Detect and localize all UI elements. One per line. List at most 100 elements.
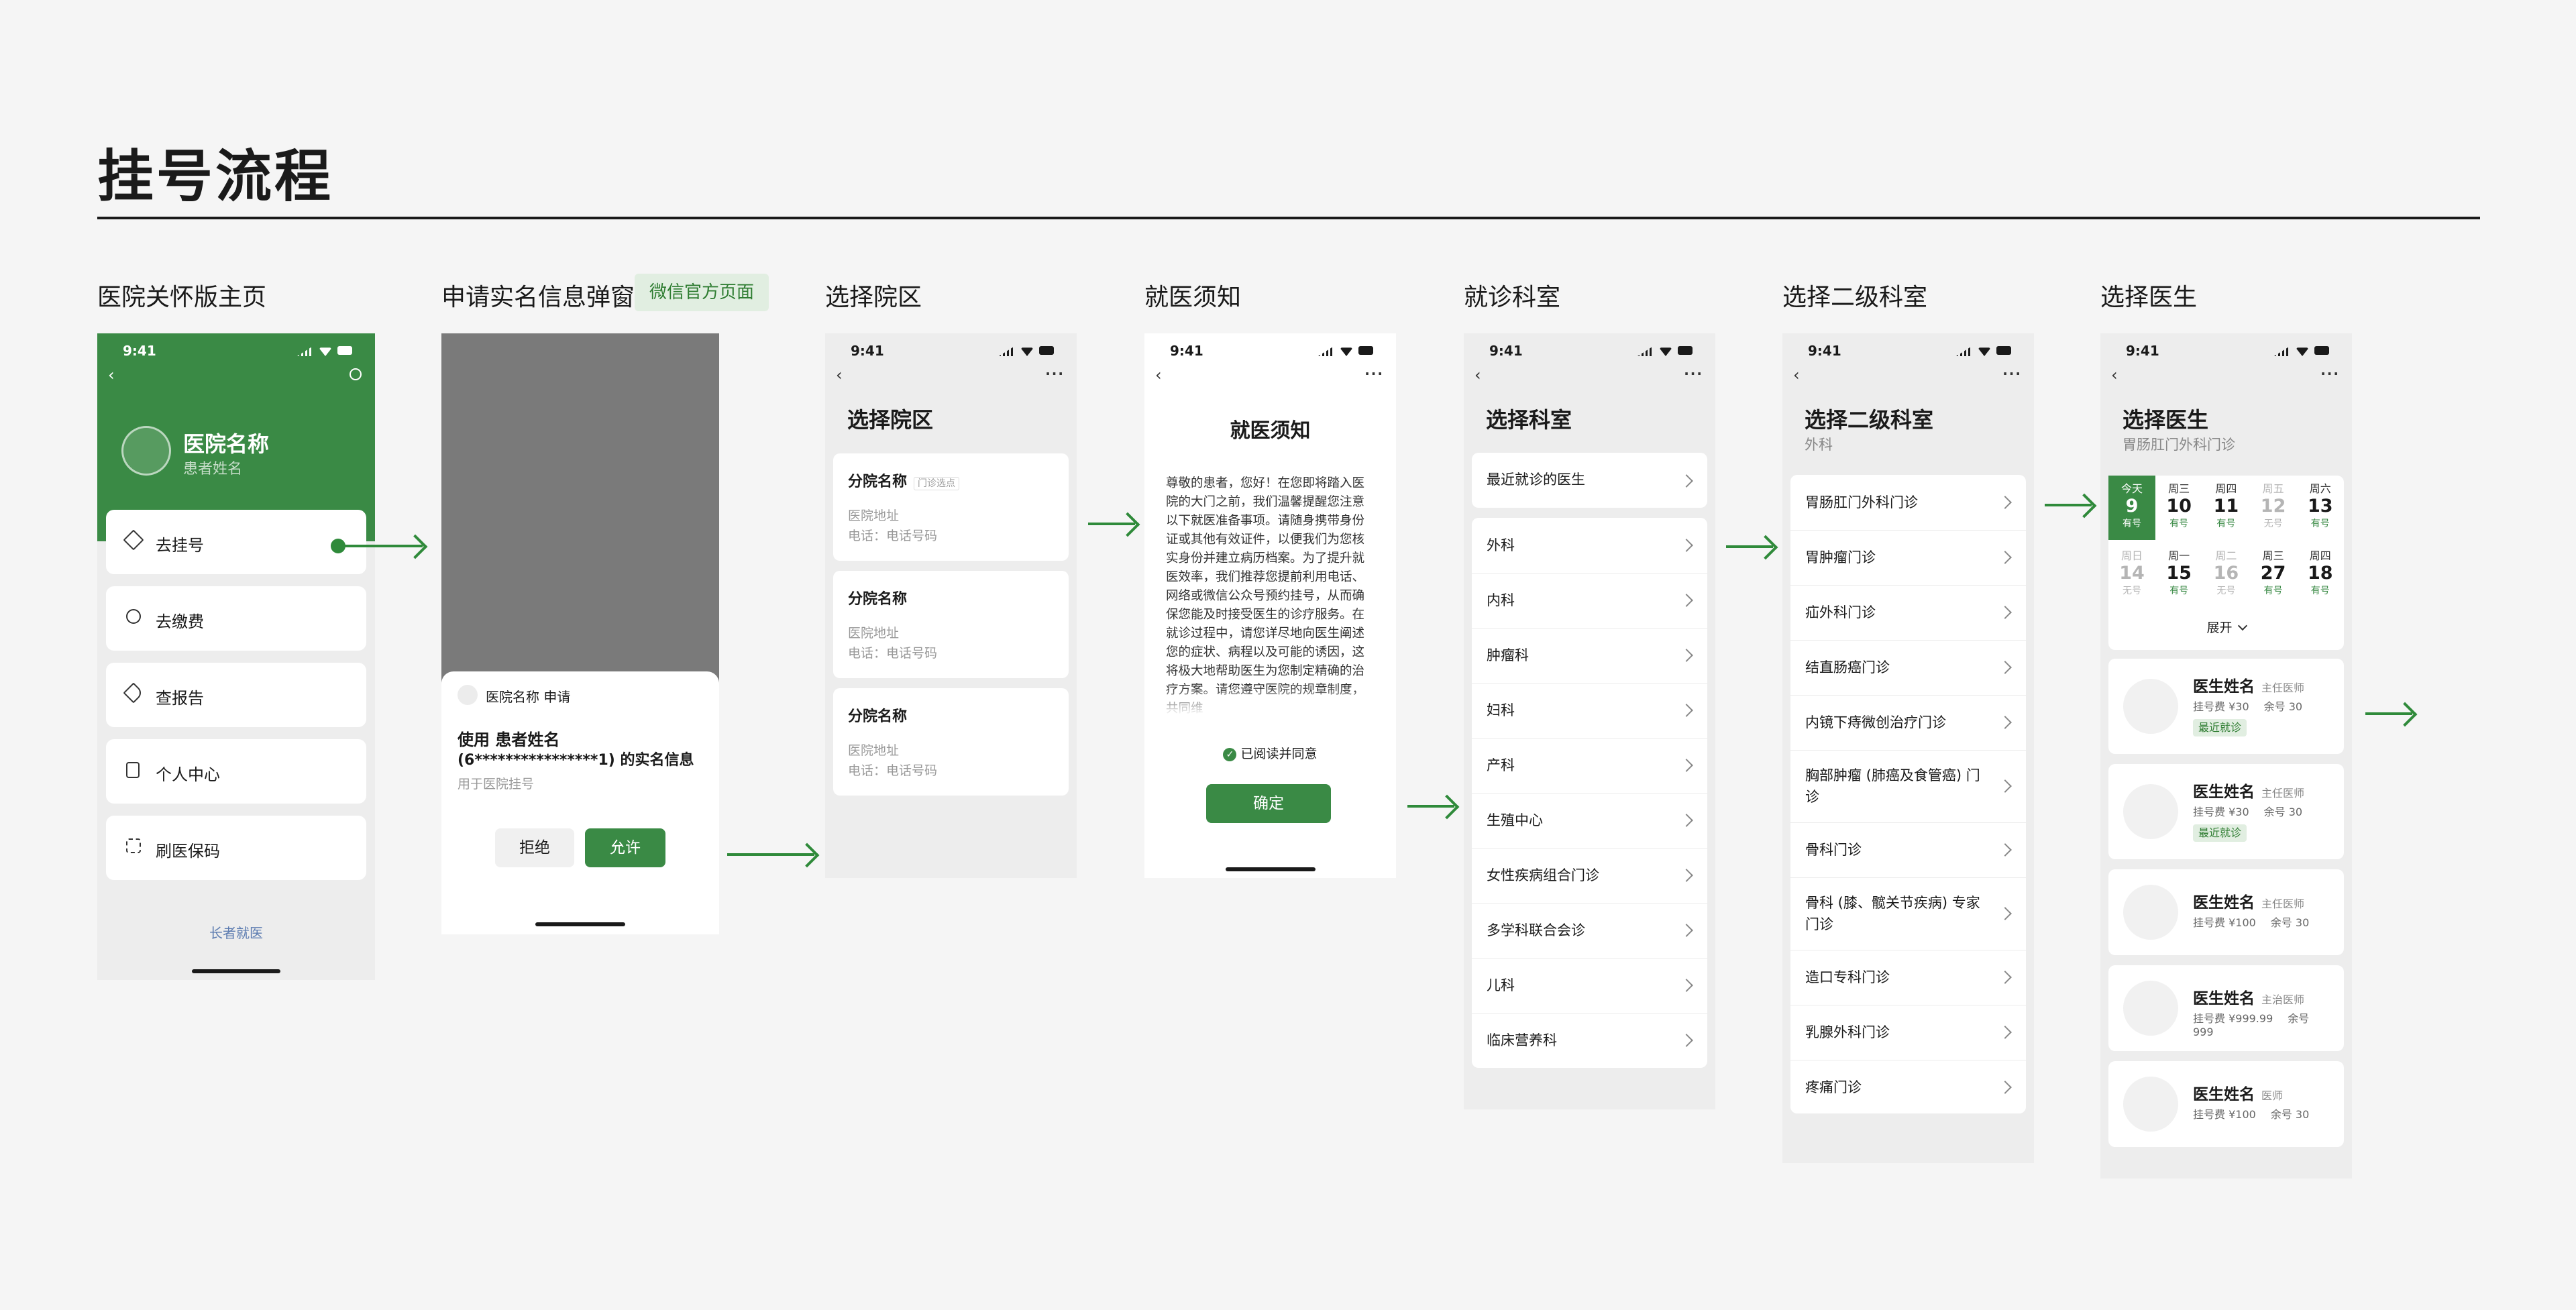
- calendar-day[interactable]: 周三 27 有号: [2250, 543, 2297, 607]
- calendar-day[interactable]: 周三 10 有号: [2155, 476, 2202, 540]
- menu-profile[interactable]: 个人中心: [106, 739, 366, 804]
- calendar-day[interactable]: 周六 13 有号: [2297, 476, 2344, 540]
- weekday-label: 周日: [2121, 549, 2143, 562]
- doctor-card[interactable]: 医生姓名 主治医师 挂号费 ¥999.99 余号 999: [2108, 965, 2344, 1051]
- list-item-label: 结直肠癌门诊: [1805, 659, 1890, 675]
- list-item[interactable]: 疼痛门诊: [1790, 1060, 2026, 1115]
- calendar-day[interactable]: 周四 11 有号: [2202, 476, 2249, 540]
- back-icon[interactable]: ‹: [2111, 367, 2118, 383]
- tag-icon: [123, 682, 144, 704]
- list-item[interactable]: 外科: [1472, 518, 1707, 574]
- list-item[interactable]: 妇科: [1472, 683, 1707, 739]
- register-icon: [123, 529, 144, 551]
- menu-label: 去挂号: [156, 536, 204, 555]
- section-title-notice: 就医须知: [1144, 284, 1242, 311]
- screen-heading: 选择二级科室: [1805, 407, 1934, 433]
- more-icon[interactable]: ···: [2320, 366, 2340, 382]
- list-item[interactable]: 临床营养科: [1472, 1013, 1707, 1068]
- chevron-right-icon: [1680, 1034, 1693, 1047]
- recent-doctor-row[interactable]: 最近就诊的医生: [1472, 453, 1707, 508]
- campus-address: 医院地址: [848, 626, 900, 641]
- status-icons: [297, 345, 355, 356]
- search-icon[interactable]: [350, 368, 362, 380]
- weekday-label: 周三: [2262, 549, 2284, 562]
- campus-card[interactable]: 分院名称 医院地址 电话：电话号码: [833, 688, 1069, 796]
- availability-label: 有号: [2169, 586, 2189, 596]
- chevron-right-icon: [1680, 539, 1693, 552]
- status-time: 9:41: [851, 343, 884, 359]
- list-item-label: 妇科: [1487, 702, 1515, 718]
- calendar-day[interactable]: 今天 9 有号: [2108, 476, 2155, 540]
- availability-label: 有号: [2216, 518, 2236, 529]
- back-icon[interactable]: ‹: [1793, 367, 1800, 383]
- list-item[interactable]: 生殖中心: [1472, 793, 1707, 849]
- screen-home: 9:41 ‹ 医院名称 患者姓名 去挂号 去缴费 查报告 个人中心 刷医保码 长…: [97, 333, 375, 980]
- availability-label: 有号: [2310, 586, 2330, 596]
- screen-heading: 选择院区: [847, 407, 934, 433]
- availability-label: 有号: [2169, 518, 2189, 529]
- back-icon[interactable]: ‹: [108, 367, 115, 383]
- more-icon[interactable]: ···: [1045, 366, 1065, 382]
- doctor-card[interactable]: 医生姓名 主任医师 挂号费 ¥30 余号 30 最近就诊: [2108, 659, 2344, 754]
- agree-checkbox[interactable]: ✓ 已阅读并同意: [1144, 744, 1396, 762]
- menu-payment[interactable]: 去缴费: [106, 586, 366, 651]
- campus-card[interactable]: 分院名称 医院地址 电话：电话号码: [833, 571, 1069, 678]
- doctor-name: 医生姓名 主任医师: [2193, 894, 2305, 912]
- calendar-day[interactable]: 周四 18 有号: [2297, 543, 2344, 607]
- list-item[interactable]: 内科: [1472, 573, 1707, 629]
- list-item-label: 内镜下痔微创治疗门诊: [1805, 714, 1946, 730]
- elderly-mode-link[interactable]: 长者就医: [97, 922, 375, 942]
- expand-toggle[interactable]: 展开: [2108, 618, 2344, 636]
- back-icon[interactable]: ‹: [1155, 367, 1162, 383]
- list-item[interactable]: 肿瘤科: [1472, 628, 1707, 684]
- chevron-right-icon: [1998, 779, 2012, 793]
- list-item[interactable]: 产科: [1472, 738, 1707, 794]
- menu-register[interactable]: 去挂号: [106, 510, 366, 574]
- chevron-right-icon: [1998, 661, 2012, 674]
- doctor-avatar: [2123, 885, 2178, 940]
- list-item[interactable]: 乳腺外科门诊: [1790, 1005, 2026, 1060]
- auth-line1: 使用 患者姓名: [458, 730, 560, 749]
- list-item[interactable]: 内镜下痔微创治疗门诊: [1790, 695, 2026, 751]
- status-bar: 9:41: [1464, 333, 1715, 367]
- menu-insurance-code[interactable]: 刷医保码: [106, 816, 366, 880]
- doctor-card[interactable]: 医生姓名 医师 挂号费 ¥100 余号 30: [2108, 1061, 2344, 1147]
- doctor-meta: 挂号费 ¥30 余号 30: [2193, 803, 2317, 819]
- status-time: 9:41: [1489, 343, 1523, 359]
- list-item[interactable]: 骨科 (膝、髋关节疾病) 专家门诊: [1790, 877, 2026, 950]
- chevron-right-icon: [1998, 606, 2012, 619]
- list-item[interactable]: 多学科联合会诊: [1472, 903, 1707, 959]
- more-icon[interactable]: ···: [1364, 366, 1384, 382]
- list-item[interactable]: 骨科门诊: [1790, 822, 2026, 878]
- list-item-label: 骨科门诊: [1805, 841, 1862, 858]
- status-bar: 9:41: [2100, 333, 2352, 367]
- status-time: 9:41: [1808, 343, 1841, 359]
- doctor-card[interactable]: 医生姓名 主任医师 挂号费 ¥30 余号 30 最近就诊: [2108, 764, 2344, 859]
- list-item[interactable]: 结直肠癌门诊: [1790, 640, 2026, 696]
- list-item[interactable]: 胃肿瘤门诊: [1790, 530, 2026, 586]
- list-item[interactable]: 儿科: [1472, 958, 1707, 1014]
- doctor-card[interactable]: 医生姓名 主任医师 挂号费 ¥100 余号 30: [2108, 869, 2344, 955]
- more-icon[interactable]: ···: [2002, 366, 2022, 382]
- list-item[interactable]: 胸部肿瘤 (肺癌及食管癌) 门诊: [1790, 750, 2026, 823]
- remaining-slots: 余号 30: [2263, 806, 2303, 818]
- screen-heading: 选择科室: [1486, 407, 1572, 433]
- list-item[interactable]: 疝外科门诊: [1790, 585, 2026, 641]
- list-item[interactable]: 胃肠肛门外科门诊: [1790, 475, 2026, 531]
- menu-report[interactable]: 查报告: [106, 663, 366, 727]
- calendar-day[interactable]: 周一 15 有号: [2155, 543, 2202, 607]
- agree-label: 已阅读并同意: [1240, 747, 1318, 761]
- chevron-right-icon: [1680, 814, 1693, 827]
- more-icon[interactable]: ···: [1684, 366, 1703, 382]
- status-bar: 9:41: [97, 333, 375, 367]
- list-item[interactable]: 造口专科门诊: [1790, 950, 2026, 1005]
- confirm-button[interactable]: 确定: [1206, 784, 1331, 823]
- campus-card[interactable]: 分院名称 门诊选点 医院地址 电话：电话号码: [833, 453, 1069, 561]
- back-icon[interactable]: ‹: [836, 367, 843, 383]
- allow-button[interactable]: 允许: [585, 828, 665, 867]
- weekday-label: 周五: [2262, 482, 2284, 495]
- reject-button[interactable]: 拒绝: [495, 828, 574, 867]
- back-icon[interactable]: ‹: [1474, 367, 1481, 383]
- list-item[interactable]: 女性疾病组合门诊: [1472, 848, 1707, 904]
- status-icons: [999, 345, 1057, 356]
